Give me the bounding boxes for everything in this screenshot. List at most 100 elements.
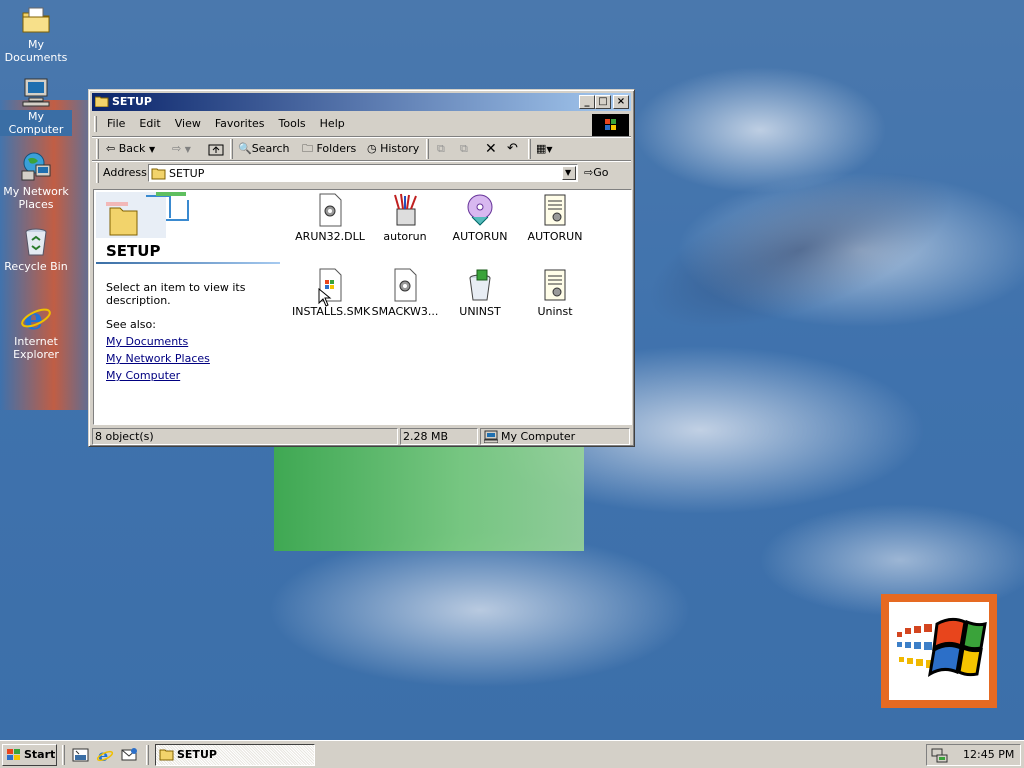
- windows-flag-icon: [7, 749, 20, 760]
- uninstall-recycle-icon: [464, 268, 496, 302]
- views-icon: ▦: [536, 142, 547, 155]
- copy-to-icon: ⧉: [460, 142, 468, 155]
- show-desktop-icon: [72, 748, 89, 762]
- close-button[interactable]: ×: [613, 95, 629, 109]
- clock[interactable]: 12:45 PM: [963, 748, 1014, 761]
- wallpaper-green-block: [274, 445, 584, 551]
- history-button[interactable]: ◷ History: [367, 140, 419, 158]
- file-item[interactable]: AUTORUN: [517, 193, 593, 243]
- network-tray-icon[interactable]: [931, 747, 949, 763]
- file-item[interactable]: AUTORUN: [442, 193, 518, 243]
- status-zone: My Computer: [480, 428, 630, 445]
- file-item[interactable]: UNINST: [442, 268, 518, 318]
- close-icon: ×: [616, 96, 626, 107]
- menu-favorites[interactable]: Favorites: [208, 114, 272, 130]
- toolbar-separator: [528, 139, 531, 159]
- desktop-icon-my-computer[interactable]: My Computer: [0, 76, 72, 136]
- internet-explorer-icon: e: [96, 746, 114, 765]
- show-desktop-button[interactable]: [72, 747, 90, 763]
- desktop-icon-my-documents[interactable]: My Documents: [0, 4, 72, 64]
- link-my-documents[interactable]: My Documents: [106, 335, 188, 348]
- file-item[interactable]: ARUN32.DLL: [292, 193, 368, 243]
- standard-toolbar: ⇦ Back ▼ ⇨ ▼ 🔍Search 🗀 Folders ◷ History…: [94, 138, 631, 160]
- file-item[interactable]: autorun: [367, 193, 443, 243]
- taskbar-grip: [146, 745, 149, 765]
- move-to-button[interactable]: ⧉: [437, 140, 445, 158]
- menu-view[interactable]: View: [168, 114, 208, 130]
- quicklaunch-outlook-button[interactable]: [120, 746, 138, 764]
- uninst-notepad-icon: [539, 268, 571, 302]
- search-button[interactable]: 🔍Search: [238, 140, 290, 158]
- web-view-pane: SETUP Select an item to view its descrip…: [94, 190, 284, 424]
- forward-arrow-icon: ⇨: [172, 142, 182, 155]
- network-places-icon: [20, 151, 52, 183]
- folders-button[interactable]: 🗀 Folders: [302, 140, 356, 158]
- autorun-cd-icon: [464, 193, 496, 227]
- status-size: 2.28 MB: [400, 428, 478, 445]
- dll-gear-file-icon: [314, 193, 346, 227]
- status-bar: 8 object(s) 2.28 MB My Computer: [92, 428, 632, 446]
- address-dropdown-button[interactable]: ▼: [562, 166, 576, 180]
- back-dropdown-icon: ▼: [148, 145, 156, 154]
- folder-description: Select an item to view its description.: [106, 281, 246, 307]
- desktop-icon-internet-explorer[interactable]: e Internet Explorer: [0, 301, 72, 361]
- up-folder-button[interactable]: [208, 140, 224, 158]
- minimize-button[interactable]: _: [579, 95, 595, 109]
- forward-button[interactable]: ⇨ ▼: [172, 140, 191, 158]
- see-also-label: See also:: [106, 318, 156, 331]
- folder-icon: [151, 168, 166, 180]
- desktop-icon-recycle-bin[interactable]: Recycle Bin: [0, 226, 72, 273]
- back-button[interactable]: ⇦ Back ▼: [106, 140, 155, 158]
- folder-title: SETUP: [106, 242, 161, 260]
- go-button[interactable]: ⇨Go: [584, 164, 608, 182]
- toolbar-grip: [96, 139, 99, 159]
- link-my-computer[interactable]: My Computer: [106, 369, 180, 382]
- menu-grip: [94, 116, 97, 132]
- views-dropdown-icon: ▼: [546, 145, 553, 154]
- taskbar: Start e SETUP 12:45 PM: [0, 740, 1024, 768]
- windows-throbber: [592, 114, 629, 136]
- address-value: SETUP: [169, 167, 205, 180]
- menu-file[interactable]: File: [100, 114, 132, 130]
- windows-logo: [881, 594, 997, 708]
- delete-button[interactable]: ✕: [485, 140, 497, 158]
- address-grip: [96, 163, 99, 183]
- taskbar-setup-button[interactable]: SETUP: [155, 744, 315, 766]
- maximize-icon: □: [598, 96, 608, 107]
- wallpaper-shadow: [629, 138, 971, 362]
- desktop-icon-network-places[interactable]: My Network Places: [0, 151, 72, 211]
- views-button[interactable]: ▦▼: [536, 140, 553, 158]
- dll-gear-file-icon: [389, 268, 421, 302]
- delete-x-icon: ✕: [485, 141, 497, 157]
- address-bar: Address SETUP ▼ ⇨Go: [94, 162, 631, 184]
- quicklaunch-grip: [62, 745, 65, 765]
- autorun-inf-notepad-icon: [539, 193, 571, 227]
- toolbar-separator: [230, 139, 233, 159]
- explorer-window: SETUP _ □ × File Edit View Favorites Tools He…: [88, 89, 635, 447]
- menu-edit[interactable]: Edit: [132, 114, 167, 130]
- quicklaunch-ie-button[interactable]: e: [96, 746, 114, 765]
- minimize-icon: _: [584, 96, 590, 107]
- undo-icon: ↶: [507, 141, 518, 156]
- title-bar[interactable]: SETUP _ □ ×: [92, 93, 631, 111]
- copy-to-button[interactable]: ⧉: [460, 140, 468, 158]
- file-item[interactable]: Uninst: [517, 268, 593, 318]
- undo-button[interactable]: ↶: [507, 140, 518, 158]
- my-computer-icon: [484, 430, 498, 443]
- maximize-button[interactable]: □: [595, 95, 611, 109]
- recycle-bin-icon: [20, 226, 52, 258]
- internet-explorer-icon: e: [20, 301, 52, 337]
- link-my-network-places[interactable]: My Network Places: [106, 352, 210, 365]
- menu-bar: File Edit View Favorites Tools Help: [94, 114, 590, 134]
- history-icon: ◷: [367, 142, 377, 155]
- address-field[interactable]: SETUP ▼: [148, 164, 578, 182]
- start-button[interactable]: Start: [2, 744, 57, 766]
- file-item[interactable]: SMACKW3...: [367, 268, 443, 318]
- menu-tools[interactable]: Tools: [272, 114, 313, 130]
- chevron-down-icon: ▼: [565, 168, 572, 177]
- menu-help[interactable]: Help: [313, 114, 352, 130]
- folder-icon: [159, 749, 174, 761]
- address-label: Address: [103, 166, 147, 179]
- go-arrow-icon: ⇨: [584, 166, 594, 179]
- status-object-count: 8 object(s): [92, 428, 398, 445]
